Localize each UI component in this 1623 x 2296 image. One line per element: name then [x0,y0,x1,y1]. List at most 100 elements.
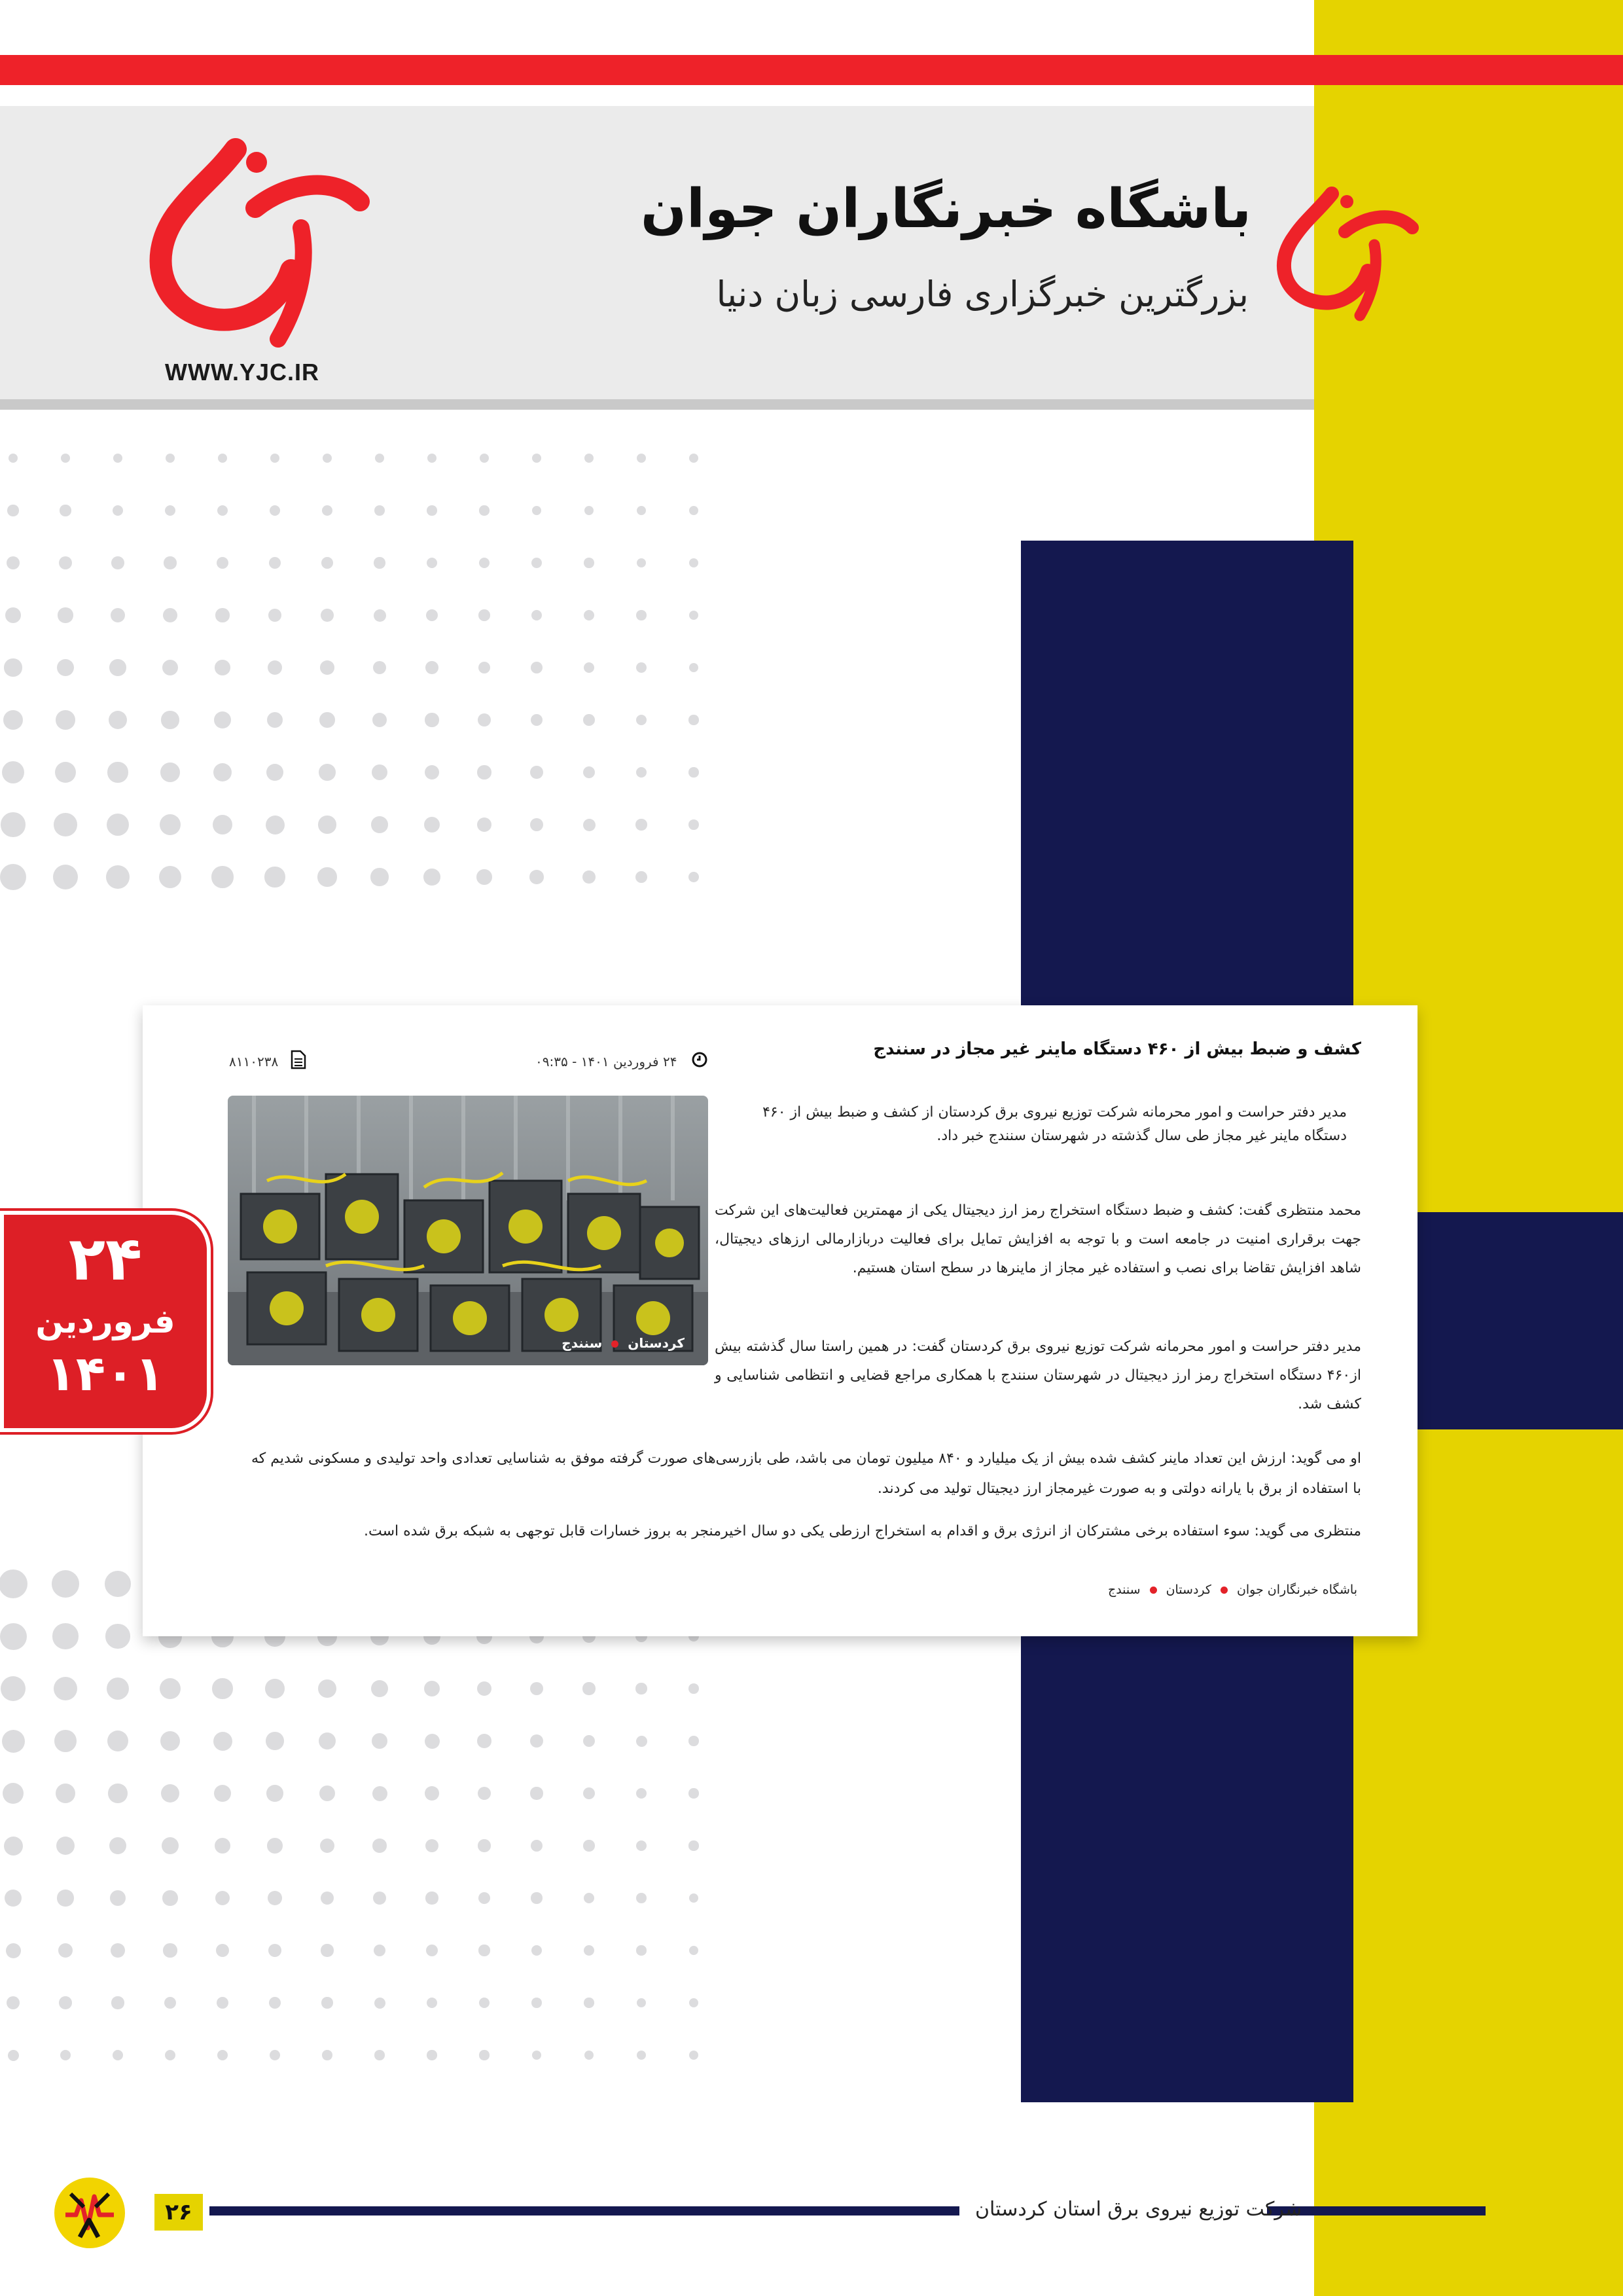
photo-tags: کردستان سنندج [562,1335,685,1351]
decorative-dot [321,557,333,569]
decorative-dot [213,1784,232,1803]
decorative-dot [477,765,491,780]
decorative-dot [217,2049,228,2061]
decorative-dot [688,1945,699,1956]
photo-tag[interactable]: کردستان [628,1335,685,1351]
decorative-dot [267,1838,283,1854]
decorative-dot [635,766,647,778]
decorative-dot [321,1997,333,2009]
decorative-dot [56,710,75,730]
decorative-dot [688,610,699,620]
decorative-dot [216,1996,229,2009]
decorative-dot [635,1735,647,1747]
decorative-dot [268,608,282,622]
decorative-dot [372,1785,387,1801]
decorative-dot [530,1734,543,1748]
photo-tag[interactable]: سنندج [562,1335,602,1351]
decorative-dot [372,660,387,675]
tag-link[interactable]: باشگاه خبرنگاران جوان [1237,1583,1357,1597]
site-url[interactable]: WWW.YJC.IR [165,359,319,386]
article-title[interactable]: کشف و ضبط بیش از ۴۶۰ دستگاه ماینر غیر مج… [873,1039,1361,1059]
decorative-dot [530,1787,543,1800]
decorative-dot [636,1893,647,1903]
tag-separator-dot [1149,1587,1157,1594]
decorative-dot [372,764,387,780]
decorative-dot [319,712,335,728]
decorative-dot [58,1943,73,1958]
decorative-dot [106,1677,130,1700]
decorative-dot [109,1890,126,1907]
decorative-dot [584,1998,594,2008]
decorative-dot [162,659,179,676]
decorative-dot [215,1943,230,1958]
decorative-dot [323,454,332,463]
tag-link[interactable]: کردستان [1166,1583,1211,1597]
document-icon [291,1050,306,1069]
decorative-dot [111,556,124,569]
decorative-dot [215,608,230,622]
article-paragraph: منتظری می گوید: سوء استفاده برخی مشترکان… [364,1523,1361,1539]
decorative-dot [478,557,490,569]
decorative-dot [319,1732,336,1749]
decorative-dot [425,609,438,622]
decorative-dot [688,1788,699,1799]
decorative-dot [635,714,647,726]
decorative-dot [53,1676,78,1701]
tag-link[interactable]: سنندج [1108,1583,1141,1597]
decorative-dot [54,1730,77,1752]
decorative-dot [59,1996,72,2009]
decorative-dot [582,1682,596,1695]
decorative-dot [215,660,230,675]
decorative-dot [320,1891,334,1905]
decorative-dot [374,1997,385,2009]
decorative-dot [214,711,231,728]
decorative-dot [161,711,179,729]
decorative-dot [317,867,337,887]
article-photo[interactable]: کردستان سنندج [228,1096,708,1365]
decorative-dot [216,556,229,569]
decorative-dot [531,609,543,621]
decorative-dot [688,1893,699,1903]
decorative-dot [0,1570,27,1598]
decorative-dot [61,454,70,463]
decorative-dot [266,763,284,781]
decorative-dot [160,762,180,782]
decorative-dot [2,761,24,783]
decorative-dot [584,454,594,463]
article-date: ۲۴ فروردین ۱۴۰۱ - ۰۹:۳۵ [535,1054,677,1069]
date-badge: ۲۴ فروردین ۱۴۰۱ [0,1211,211,1432]
decorative-dot [5,1890,22,1907]
decorative-dot [529,1681,544,1696]
decorative-dot [218,454,227,463]
decorative-dot [476,817,492,833]
decorative-dot [426,557,438,569]
decorative-dot [319,1838,335,1854]
decorative-dot [427,505,437,516]
decorative-dot [105,1571,131,1597]
decorative-dot [635,1787,647,1799]
decorative-dot [112,505,124,516]
decorative-dot [164,2049,176,2061]
decorative-dot [4,658,22,677]
decorative-dot [582,766,596,779]
decorative-dot [1,812,26,837]
decorative-dot [688,1736,699,1746]
brand-title: باشگاه خبرنگاران جوان [641,178,1251,240]
decorative-dot [374,505,385,516]
decorative-dot [1,1676,26,1701]
decorative-dot [478,661,491,674]
decorative-dot [111,1943,125,1958]
page-number: ۲۶ [154,2194,203,2231]
decorative-dot [530,713,543,726]
decorative-dot [164,505,176,516]
decorative-dot [689,454,698,463]
decorative-dot [266,711,283,728]
decorative-dot [636,558,647,568]
decorative-dot [583,662,595,673]
decorative-dot [531,662,543,673]
decorative-dot [688,819,699,830]
decorative-dot [529,817,544,832]
decorative-dot [425,1839,439,1853]
decorative-dot [109,1837,127,1855]
decorative-dot [213,762,232,782]
